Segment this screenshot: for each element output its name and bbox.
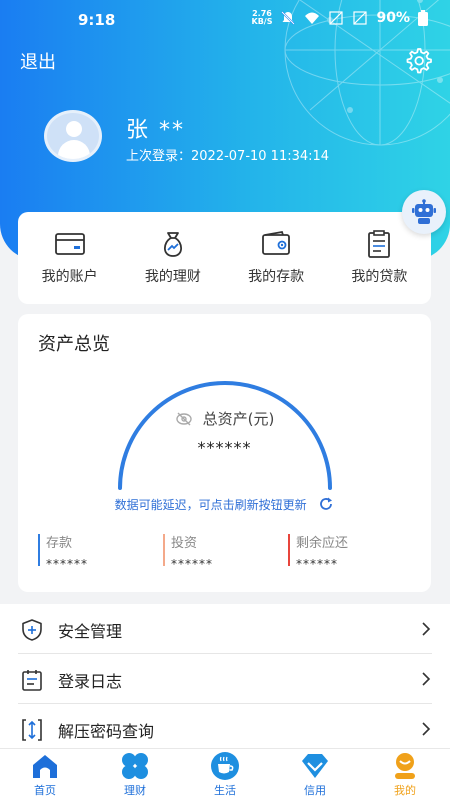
tab-label: 首页 [34, 784, 56, 797]
username: 张 ** [126, 118, 185, 143]
wallet-icon [262, 230, 291, 255]
tab-mine[interactable]: 我的 [370, 749, 440, 800]
tab-life[interactable]: 生活 [190, 749, 260, 800]
list-item-unzip-password[interactable]: 解压密码查询 [18, 704, 432, 754]
total-assets-row: 总资产(元) [18, 408, 431, 429]
coffee-icon [211, 752, 239, 780]
battery-icon [418, 10, 428, 26]
total-assets-value: ****** [197, 438, 252, 457]
breakdown-repayment[interactable]: 剩余应还 ****** [288, 530, 349, 571]
list-item-label: 安全管理 [58, 622, 123, 641]
tab-label: 理财 [124, 784, 146, 797]
breakdown-investment[interactable]: 投资 ****** [163, 530, 213, 571]
assistant-robot-button[interactable] [402, 190, 446, 234]
quick-menu-finance[interactable]: 我的理财 [128, 230, 218, 286]
asset-overview-card: 资产总览 总资产(元) ****** 数据可能延迟，可点击刷新按钮更新 存款 * [18, 314, 431, 592]
diamond-icon [302, 754, 328, 778]
status-bar: 9:18 2.76 KB/S 90% [0, 0, 450, 40]
settings-list: 安全管理 登录日志 解压密码查询 [0, 604, 450, 754]
profile-icon [395, 753, 415, 779]
battery-percent: 90% [376, 10, 410, 26]
robot-icon [412, 199, 436, 224]
breakdown-value: ****** [46, 557, 88, 571]
asset-breakdown: 存款 ****** 投资 ****** 剩余应还 ****** [38, 530, 418, 571]
refresh-tip: 数据可能延迟，可点击刷新按钮更新 [18, 496, 431, 513]
refresh-tip-text: 数据可能延迟，可点击刷新按钮更新 [114, 498, 307, 512]
mute-bell-icon [281, 11, 296, 25]
breakdown-label: 剩余应还 [296, 536, 349, 551]
quick-menu-label: 我的账户 [41, 269, 98, 285]
breakdown-label: 投资 [171, 536, 198, 551]
status-indicators: 2.76 KB/S 90% [252, 10, 428, 26]
status-time: 9:18 [78, 11, 116, 29]
tab-label: 信用 [304, 784, 326, 797]
shield-plus-icon [22, 619, 42, 641]
unzip-icon [22, 719, 42, 741]
breakdown-deposit[interactable]: 存款 ****** [38, 530, 88, 571]
breakdown-value: ****** [171, 557, 213, 571]
breakdown-label: 存款 [46, 536, 73, 551]
chevron-right-icon [422, 622, 431, 636]
money-bag-icon [163, 232, 182, 257]
tab-label: 生活 [214, 784, 236, 797]
total-assets-label: 总资产(元) [202, 410, 275, 428]
eye-hidden-icon[interactable] [175, 412, 193, 426]
settings-gear-icon[interactable] [404, 46, 432, 74]
signal-off-icon [329, 11, 344, 25]
card-icon [54, 233, 85, 255]
logout-button[interactable]: 退出 [20, 48, 56, 74]
breakdown-color-bar [163, 534, 165, 566]
avatar[interactable] [44, 110, 102, 162]
bottom-tab-bar: 首页 理财 生活 信用 我的 [0, 748, 450, 800]
tab-label: 我的 [394, 784, 416, 797]
list-item-login-log[interactable]: 登录日志 [18, 654, 432, 704]
tab-finance[interactable]: 理财 [100, 749, 170, 800]
quick-menu-label: 我的存款 [248, 269, 305, 285]
net-speed: 2.76 KB/S [252, 10, 273, 26]
quick-menu-label: 我的贷款 [351, 269, 408, 285]
asset-overview-title: 资产总览 [38, 334, 110, 355]
signal-off-icon [353, 11, 368, 25]
list-item-label: 解压密码查询 [58, 722, 155, 741]
tab-home[interactable]: 首页 [10, 749, 80, 800]
log-icon [22, 670, 42, 691]
clover-icon [122, 753, 148, 779]
avatar-body [58, 140, 90, 159]
breakdown-color-bar [38, 534, 40, 566]
last-login-time: 上次登录：2022-07-10 11:34:14 [126, 149, 330, 164]
quick-menu-account[interactable]: 我的账户 [25, 230, 115, 286]
chevron-right-icon [422, 672, 431, 686]
quick-menu: 我的账户 我的理财 我的存款 我的贷款 [18, 212, 431, 304]
screen: 9:18 2.76 KB/S 90% 退出 张 ** 上次登录：2022-07-… [0, 0, 450, 800]
net-speed-unit: KB/S [251, 17, 273, 26]
avatar-head [66, 121, 82, 137]
list-item-label: 登录日志 [58, 672, 123, 691]
asset-gauge-arc [118, 381, 332, 490]
wifi-icon [305, 12, 320, 24]
document-icon [368, 230, 391, 258]
refresh-icon[interactable] [318, 496, 334, 512]
quick-menu-loan[interactable]: 我的贷款 [334, 230, 424, 286]
chevron-right-icon [422, 722, 431, 736]
breakdown-color-bar [288, 534, 290, 566]
quick-menu-label: 我的理财 [144, 269, 201, 285]
tab-credit[interactable]: 信用 [280, 749, 350, 800]
breakdown-value: ****** [296, 557, 338, 571]
quick-menu-deposit[interactable]: 我的存款 [231, 230, 321, 286]
list-item-security[interactable]: 安全管理 [18, 604, 432, 654]
home-icon [33, 755, 57, 778]
